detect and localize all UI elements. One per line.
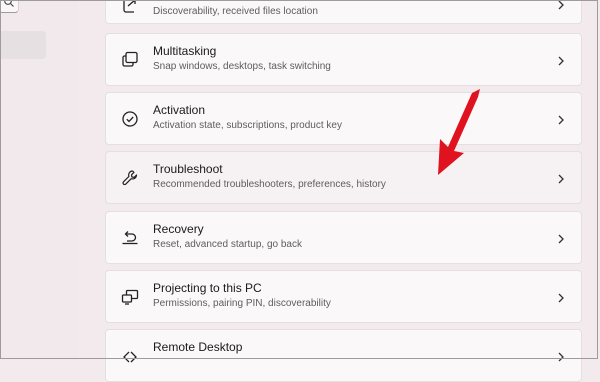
wrench-icon <box>120 168 140 188</box>
card-multitasking[interactable]: Multitasking Snap windows, desktops, tas… <box>105 33 582 86</box>
search-box[interactable] <box>0 0 19 13</box>
chevron-right-icon <box>557 173 565 185</box>
chevron-right-icon <box>557 114 565 126</box>
card-sharing[interactable]: Discoverability, received files location <box>105 0 582 24</box>
card-troubleshoot[interactable]: Troubleshoot Recommended troubleshooters… <box>105 151 582 204</box>
card-projecting[interactable]: Projecting to this PC Permissions, pairi… <box>105 270 582 323</box>
annotation-arrow <box>438 89 480 175</box>
card-subtitle: Permissions, pairing PIN, discoverabilit… <box>153 298 331 309</box>
card-activation[interactable]: Activation Activation state, subscriptio… <box>105 92 582 145</box>
card-subtitle: Discoverability, received files location <box>153 6 318 17</box>
multitasking-icon <box>120 50 140 70</box>
card-title: Remote Desktop <box>153 340 243 354</box>
card-title: Troubleshoot <box>153 162 223 176</box>
card-remote-desktop[interactable]: Remote Desktop <box>105 329 582 382</box>
card-title: Activation <box>153 103 206 117</box>
projecting-icon <box>120 287 140 307</box>
card-subtitle: Recommended troubleshooters, preferences… <box>153 179 386 190</box>
card-title: Multitasking <box>153 44 217 58</box>
chevron-right-icon <box>557 55 565 67</box>
share-icon <box>120 0 140 16</box>
chevron-right-icon <box>557 233 565 245</box>
card-subtitle: Activation state, subscriptions, product… <box>153 120 342 131</box>
chevron-right-icon <box>557 0 565 11</box>
activation-check-icon <box>120 109 140 129</box>
card-title: Projecting to this PC <box>153 281 262 295</box>
recovery-icon <box>120 228 140 248</box>
nav-item-selected[interactable] <box>0 31 46 59</box>
search-icon <box>4 0 14 7</box>
chevron-right-icon <box>557 351 565 363</box>
remote-desktop-icon <box>120 346 140 366</box>
card-subtitle: Reset, advanced startup, go back <box>153 239 302 250</box>
chevron-right-icon <box>557 292 565 304</box>
card-subtitle: Snap windows, desktops, task switching <box>153 61 331 72</box>
card-title: Recovery <box>153 222 204 236</box>
card-recovery[interactable]: Recovery Reset, advanced startup, go bac… <box>105 211 582 264</box>
navigation-pane <box>0 0 78 361</box>
